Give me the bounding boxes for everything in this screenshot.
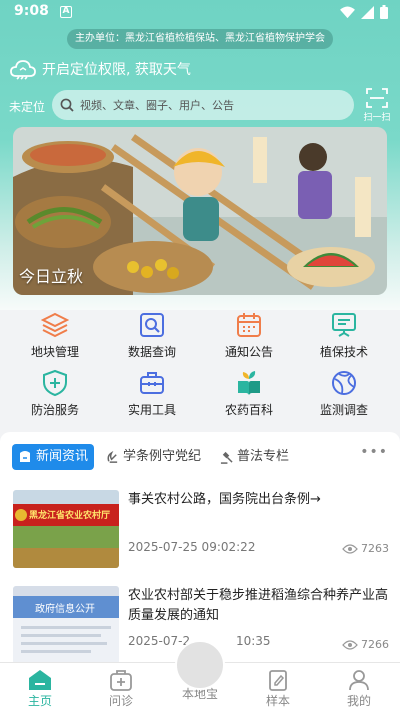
news-views-count: 7263: [361, 542, 389, 555]
feature-label: 农药百科: [224, 403, 273, 417]
toolbox-icon: [140, 372, 164, 394]
feature-plant-protection-tech[interactable]: 植保技术: [294, 307, 394, 365]
feature-label: 植保技术: [319, 345, 368, 359]
tab-news-label: 新闻资讯: [36, 449, 89, 464]
battery-icon: [380, 5, 388, 19]
search-input[interactable]: 视频、文章、圈子、用户、公告: [52, 90, 354, 120]
book-sprout-icon: [238, 371, 260, 395]
scan-button[interactable]: 扫一扫: [362, 88, 392, 123]
home-icon: [29, 670, 51, 690]
location-permission-prompt[interactable]: 开启定位权限, 获取天气: [10, 58, 191, 80]
news-thumbnail-text: 政府信息公开: [35, 604, 95, 615]
tab-profile-label: 我的: [346, 694, 371, 708]
tab-home-label: 主页: [27, 694, 52, 708]
news-views: 7263: [342, 542, 389, 555]
tab-profile[interactable]: 我的: [329, 669, 389, 709]
search-placeholder: 视频、文章、圈子、用户、公告: [80, 99, 234, 112]
news-icon: [20, 451, 30, 462]
search-row: 未定位 视频、文章、圈子、用户、公告 扫一扫: [0, 88, 400, 123]
shield-plus-icon: [43, 369, 67, 397]
tab-news[interactable]: 新闻资讯: [12, 444, 95, 470]
news-title: 农业农村部关于稳步推进稻渔综合种养产业高质量发展的通知: [128, 588, 389, 623]
tab-party-discipline-label: 学条例守党纪: [123, 449, 202, 464]
search-icon: [60, 98, 74, 112]
eye-icon: [342, 543, 358, 554]
feature-pesticide-encyclopedia[interactable]: 农药百科: [199, 365, 299, 423]
more-icon[interactable]: •••: [360, 444, 388, 460]
banner-title: 今日立秋: [19, 267, 84, 286]
tab-law-column-label: 普法专栏: [237, 449, 290, 464]
news-date-tail: 10:35: [235, 634, 271, 648]
feature-control-service[interactable]: 防治服务: [5, 365, 105, 423]
feature-label: 防治服务: [30, 403, 79, 417]
news-section: 新闻资讯 学条例守党纪 普法专栏 ••• 黑龙江省农业农村厅 事关农村公路，国务…: [0, 432, 400, 664]
tab-consult[interactable]: 问诊: [91, 669, 151, 709]
feature-label: 数据查询: [127, 345, 176, 359]
local-center-button[interactable]: [175, 640, 225, 690]
tab-party-discipline[interactable]: 学条例守党纪: [106, 444, 201, 470]
feature-label: 地块管理: [30, 345, 79, 359]
news-thumbnail: 黑龙江省农业农村厅: [13, 490, 119, 568]
data-search-icon: [140, 313, 164, 337]
feature-monitoring-survey[interactable]: 监测调查: [294, 365, 394, 423]
medical-kit-icon: [110, 670, 132, 691]
news-views-count: 7266: [361, 638, 389, 651]
notification-icon: A: [60, 6, 72, 18]
status-time: 9:08: [14, 3, 49, 19]
eye-icon: [342, 639, 358, 650]
presentation-board-icon: [332, 313, 356, 337]
news-tabs: 新闻资讯 学条例守党纪 普法专栏 •••: [12, 444, 388, 470]
feature-plot-management[interactable]: 地块管理: [5, 307, 105, 365]
tab-law-column[interactable]: 普法专栏: [220, 444, 289, 470]
tab-consult-label: 问诊: [108, 694, 133, 708]
tab-samples[interactable]: 样本: [248, 669, 308, 709]
tab-samples-label: 样本: [265, 694, 290, 708]
news-date-head: 2025-07-2: [128, 634, 191, 648]
globe-survey-icon: [332, 371, 356, 395]
signal-icon: [361, 5, 374, 19]
sample-edit-icon: [269, 670, 287, 691]
feature-label: 监测调查: [319, 403, 368, 417]
news-title: 事关农村公路，国务院出台条例→: [128, 492, 321, 507]
feature-label: 实用工具: [127, 403, 176, 417]
cloud-sun-icon: [10, 60, 36, 80]
feature-utility-tools[interactable]: 实用工具: [102, 365, 202, 423]
feature-data-query[interactable]: 数据查询: [102, 307, 202, 365]
news-date: 2025-07-25 09:02:22: [128, 540, 256, 554]
news-views: 7266: [342, 638, 389, 651]
tab-home[interactable]: 主页: [10, 669, 70, 709]
scan-icon: [366, 88, 388, 108]
hammer-sickle-icon: [107, 450, 118, 463]
status-bar: 9:08 A: [0, 0, 400, 24]
user-icon: [349, 670, 369, 691]
wifi-icon: [340, 5, 355, 18]
location-prompt-text: 开启定位权限, 获取天气: [42, 62, 191, 78]
gavel-icon: [220, 451, 233, 464]
scan-label: 扫一扫: [363, 113, 391, 123]
promo-banner[interactable]: 今日立秋: [13, 127, 387, 295]
location-status[interactable]: 未定位: [9, 98, 45, 115]
news-thumbnail: 政府信息公开: [13, 586, 119, 664]
sponsor-banner: 主办单位：黑龙江省植检植保站、黑龙江省植物保护学会: [67, 29, 333, 49]
feature-notice[interactable]: 通知公告: [199, 307, 299, 365]
news-thumbnail-text: 黑龙江省农业农村厅: [29, 511, 111, 521]
calendar-notice-icon: [237, 313, 261, 337]
feature-grid: 地块管理 数据查询 通知公告 植保技术 防治服务 实用工具 农药百科 监测调查: [0, 303, 400, 423]
news-item[interactable]: 黑龙江省农业农村厅 事关农村公路，国务院出台条例→ 2025-07-25 09:…: [13, 490, 389, 570]
feature-label: 通知公告: [224, 345, 273, 359]
layers-icon: [41, 312, 69, 338]
